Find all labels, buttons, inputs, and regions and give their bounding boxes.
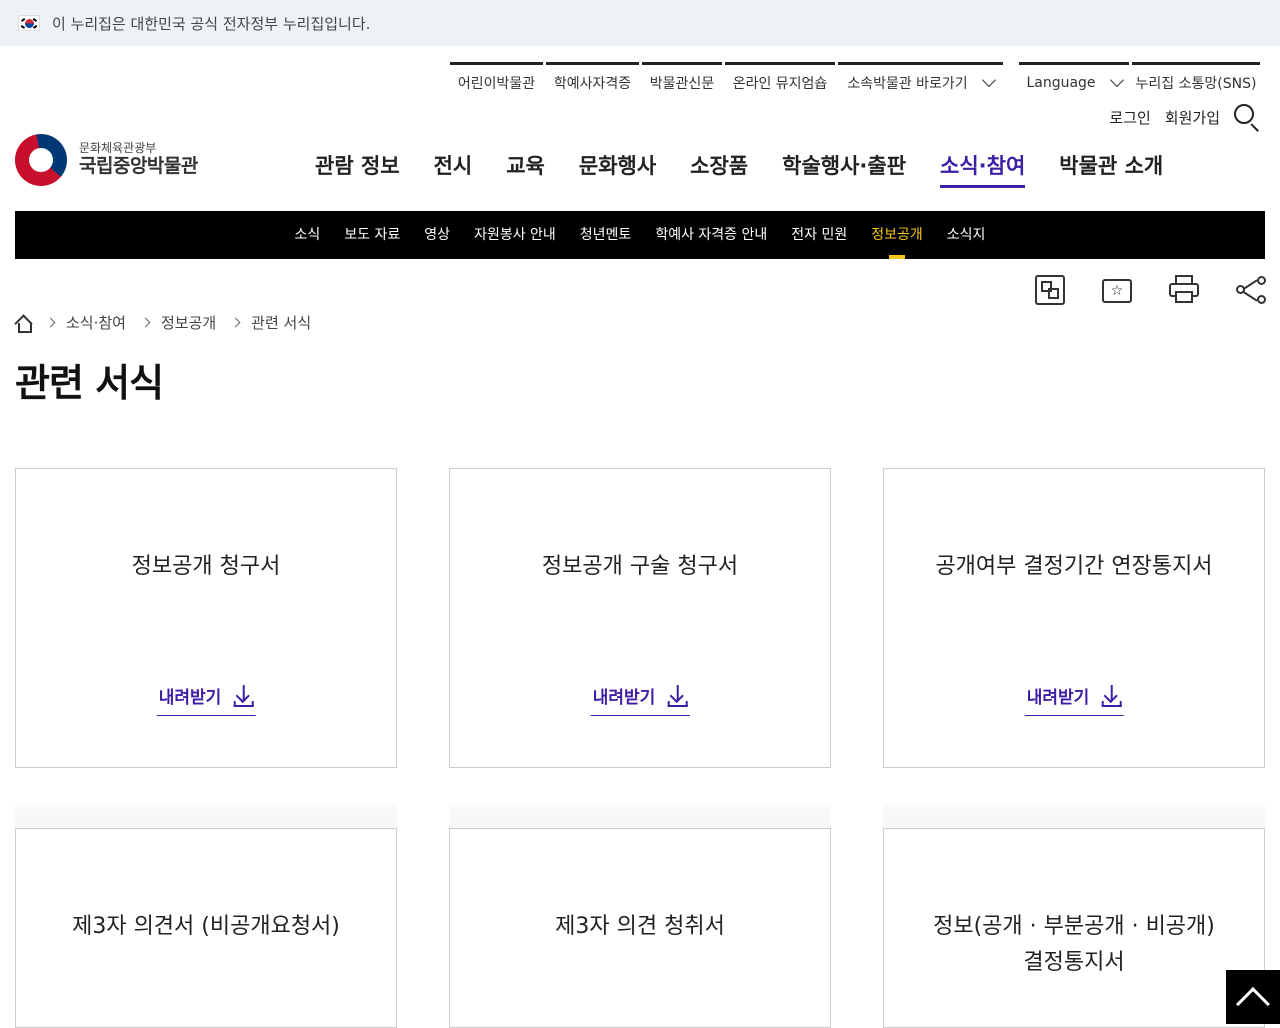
util-link-newspaper[interactable]: 박물관신문 [642,62,722,100]
sns-link[interactable]: 누리집 소통망(SNS) [1132,62,1260,100]
form-card: 정보공개 구술 청구서 내려받기 [449,468,831,768]
logo-name: 국립중앙박물관 [79,156,198,178]
download-button[interactable]: 내려받기 [591,683,690,716]
account-links: 로그인 회원가입 [1095,104,1260,130]
util-link-online-shop[interactable]: 온라인 뮤지엄숍 [725,62,835,100]
download-button[interactable]: 내려받기 [1025,683,1124,716]
main-nav: 관람 정보 전시 교육 문화행사 소장품 학술행사·출판 소식·참여 박물관 소… [298,150,1180,188]
chevron-right-icon [231,318,241,328]
card-title: 제3자 의견 청취서 [490,909,790,945]
form-card: 정보공개 청구서 내려받기 [15,468,397,768]
share-icon[interactable] [1236,275,1266,305]
card-title: 공개여부 결정기간 연장통지서 [924,549,1224,585]
download-icon [233,685,253,707]
subnav-item-civil[interactable]: 전자 민원 [779,211,859,259]
home-icon[interactable] [15,315,31,331]
card-title: 정보공개 구술 청구서 [490,549,790,585]
download-icon [1101,685,1121,707]
form-card: 제3자 의견서 (비공개요청서) [15,828,397,1028]
logo-ministry: 문화체육관광부 [79,142,198,156]
subnav-item-disclosure[interactable]: 정보공개 [859,211,935,259]
museum-logo[interactable]: 문화체육관광부 국립중앙박물관 [15,134,198,186]
login-link[interactable]: 로그인 [1109,107,1150,128]
download-button[interactable]: 내려받기 [157,683,256,716]
gnb-item-research[interactable]: 학술행사·출판 [765,150,923,188]
breadcrumb: 소식·참여 정보공개 관련 서식 [15,312,311,333]
page-title: 관련 서식 [15,352,163,407]
download-icon [667,685,687,707]
subnav-item-press[interactable]: 보도 자료 [332,211,412,259]
subnav-item-mentor[interactable]: 청년멘토 [568,211,644,259]
form-card: 공개여부 결정기간 연장통지서 내려받기 [883,468,1265,768]
breadcrumb-item[interactable]: 정보공개 [161,312,216,333]
chevron-up-icon [1236,987,1270,1021]
scroll-to-top-button[interactable] [1226,970,1280,1024]
government-emblem-icon [15,134,67,186]
chevron-right-icon [141,318,151,328]
card-title: 정보공개 청구서 [56,549,356,585]
form-card: 제3자 의견 청취서 [449,828,831,1028]
gnb-item-about[interactable]: 박물관 소개 [1042,150,1180,188]
util-link-kids-museum[interactable]: 어린이박물관 [450,62,543,100]
subnav-item-volunteer[interactable]: 자원봉사 안내 [462,211,568,259]
form-card: 정보(공개 · 부분공개 · 비공개) 결정통지서 [883,828,1265,1028]
breadcrumb-item: 관련 서식 [251,312,311,333]
affiliates-dropdown[interactable]: 소속박물관 바로가기 [838,62,1003,100]
card-title: 정보(공개 · 부분공개 · 비공개) 결정통지서 [924,909,1224,981]
card-title: 제3자 의견서 (비공개요청서) [56,909,356,945]
util-link-curator-cert[interactable]: 학예사자격증 [546,62,639,100]
gov-banner-text: 이 누리집은 대한민국 공식 전자정부 누리집입니다. [52,13,370,34]
signup-link[interactable]: 회원가입 [1165,107,1220,128]
breadcrumb-item[interactable]: 소식·참여 [66,312,126,333]
affiliates-label: 소속박물관 바로가기 [847,73,967,93]
gnb-item-collections[interactable]: 소장품 [673,150,765,188]
chevron-down-icon [1109,73,1123,87]
search-icon[interactable] [1234,104,1260,130]
subnav-item-news[interactable]: 소식 [283,211,333,259]
gnb-item-exhibitions[interactable]: 전시 [417,150,490,188]
gov-banner: 이 누리집은 대한민국 공식 전자정부 누리집입니다. [0,0,1280,46]
language-dropdown[interactable]: Language [1019,62,1129,100]
gnb-item-visit-info[interactable]: 관람 정보 [298,150,417,188]
sub-nav: 소식 보도 자료 영상 자원봉사 안내 청년멘토 학예사 자격증 안내 전자 민… [15,211,1265,259]
chevron-down-icon [982,73,996,87]
qr-code-icon[interactable] [1035,275,1065,305]
page-tools: ☆ [998,275,1266,305]
print-icon[interactable] [1169,275,1199,305]
gnb-item-news[interactable]: 소식·참여 [923,150,1042,188]
gnb-item-education[interactable]: 교육 [489,150,562,188]
favorite-icon[interactable]: ☆ [1102,279,1132,303]
chevron-right-icon [46,318,56,328]
subnav-item-newsletter[interactable]: 소식지 [935,211,998,259]
subnav-item-curator[interactable]: 학예사 자격증 안내 [643,211,779,259]
subnav-item-video[interactable]: 영상 [412,211,462,259]
gnb-item-events[interactable]: 문화행사 [562,150,673,188]
utility-links: 어린이박물관 학예사자격증 박물관신문 온라인 뮤지엄숍 소속박물관 바로가기 … [450,62,1260,100]
korean-flag-icon [18,15,40,31]
language-label: Language [1026,75,1095,91]
